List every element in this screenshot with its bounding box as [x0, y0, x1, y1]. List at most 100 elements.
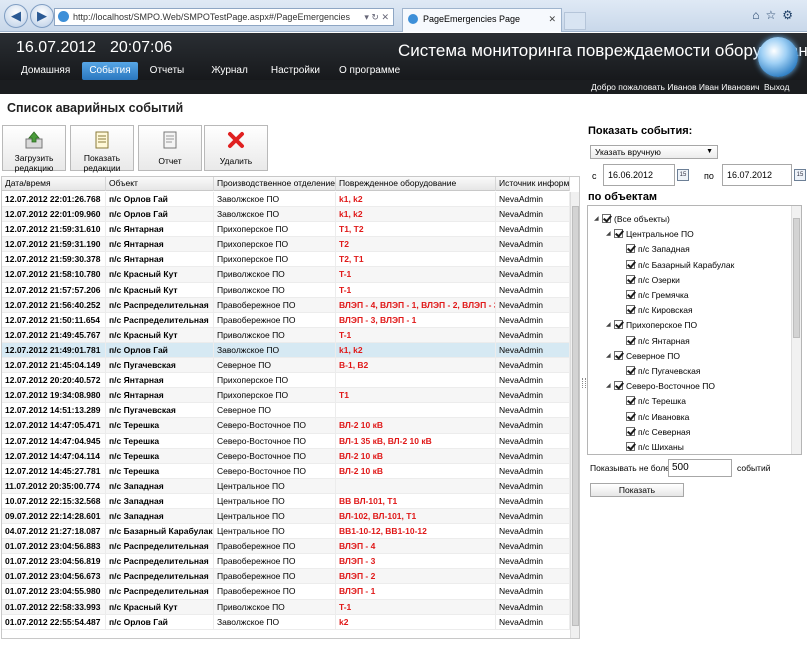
limit-input[interactable]: 500: [668, 459, 732, 477]
grid-scroll-thumb[interactable]: [572, 206, 579, 626]
table-row[interactable]: 12.07.2012 21:50:11.654 п/с Распределител…: [2, 312, 570, 328]
forward-arrow-icon[interactable]: ▶: [30, 4, 54, 28]
table-row[interactable]: 01.07.2012 22:58:33.993 п/с Красный Кут Пр…: [2, 599, 570, 615]
tree-node[interactable]: п/с Шиханы: [618, 440, 684, 454]
table-row[interactable]: 01.07.2012 23:04:55.980 п/с Распределител…: [2, 584, 570, 600]
table-row[interactable]: 12.07.2012 19:34:08.980 п/с Янтарная Прихо…: [2, 388, 570, 404]
home-star-gear-icons[interactable]: ⌂☆⚙: [752, 8, 799, 22]
table-row[interactable]: 12.07.2012 14:47:04.945 п/с Терешка Северо…: [2, 433, 570, 449]
table-row[interactable]: 01.07.2012 23:04:56.819 п/с Распределител…: [2, 554, 570, 570]
checkbox[interactable]: [626, 274, 635, 284]
table-row[interactable]: 12.07.2012 21:56:40.252 п/с Распределител…: [2, 297, 570, 313]
table-row[interactable]: 11.07.2012 20:35:00.774 п/с Западная Центр…: [2, 478, 570, 494]
table-row[interactable]: 12.07.2012 21:59:31.190 п/с Янтарная Прихо…: [2, 237, 570, 253]
tree-node[interactable]: п/с Янтарная: [618, 334, 690, 348]
expand-toggle-icon[interactable]: ◢: [606, 349, 614, 363]
tree-node[interactable]: п/с Пугачевская: [618, 364, 700, 378]
to-date-input[interactable]: 16.07.2012: [722, 164, 792, 186]
menu-settings[interactable]: Настройки: [264, 62, 327, 80]
table-row[interactable]: 12.07.2012 22:01:09.960 п/с Орлов Гай Заво…: [2, 207, 570, 223]
checkbox[interactable]: [626, 442, 635, 451]
menu-about[interactable]: О программе: [332, 62, 407, 80]
tree-node[interactable]: ◢ Северное ПО: [606, 349, 680, 363]
address-bar[interactable]: http://localhost/SMPO.Web/SMPOTestPage.a…: [54, 8, 394, 26]
checkbox[interactable]: [602, 214, 611, 223]
col-object[interactable]: Объект: [106, 177, 214, 191]
table-row[interactable]: 10.07.2012 22:15:32.568 п/с Западная Центр…: [2, 493, 570, 509]
new-tab-button[interactable]: [564, 12, 586, 30]
table-row[interactable]: 09.07.2012 22:14:28.601 п/с Западная Центр…: [2, 508, 570, 525]
menu-reports[interactable]: Отчеты: [143, 62, 192, 80]
col-department[interactable]: Производственное отделение: [214, 177, 336, 191]
menu-events[interactable]: События: [82, 62, 138, 80]
col-datetime[interactable]: Дата/время: [2, 177, 106, 191]
checkbox[interactable]: [626, 244, 635, 254]
from-calendar-icon[interactable]: 15: [677, 169, 689, 181]
checkbox[interactable]: [614, 229, 623, 239]
table-row[interactable]: 01.07.2012 22:55:54.487 п/с Орлов Гай Заво…: [2, 614, 570, 630]
checkbox[interactable]: [626, 366, 635, 375]
tree-node[interactable]: ◢ Прихоперское ПО: [606, 318, 697, 332]
table-row[interactable]: 12.07.2012 21:49:45.767 п/с Красный Кут Пр…: [2, 327, 570, 343]
checkbox[interactable]: [614, 350, 623, 360]
table-row[interactable]: 12.07.2012 14:47:05.471 п/с Терешка Северо…: [2, 418, 570, 434]
tree-node[interactable]: п/с Терешка: [618, 394, 686, 408]
browser-tab[interactable]: PageEmergencies Page ✕: [402, 8, 562, 32]
to-calendar-icon[interactable]: 15: [794, 169, 806, 181]
from-date-input[interactable]: 16.06.2012: [603, 164, 675, 186]
checkbox[interactable]: [626, 426, 635, 436]
back-arrow-icon[interactable]: ◀: [4, 4, 28, 28]
tree-node[interactable]: п/с Гремячка: [618, 288, 689, 302]
checkbox[interactable]: [614, 320, 623, 330]
menu-home[interactable]: Домашняя: [14, 62, 77, 80]
table-row[interactable]: 12.07.2012 21:45:04.149 п/с Пугачевская Се…: [2, 358, 570, 374]
table-row[interactable]: 12.07.2012 21:59:31.610 п/с Янтарная Прихо…: [2, 222, 570, 238]
logout-link[interactable]: Выход: [764, 80, 789, 94]
tree-scroll-thumb[interactable]: [793, 218, 800, 338]
tree-node[interactable]: п/с Базарный Карабулак: [618, 258, 734, 272]
table-row[interactable]: 12.07.2012 21:57:57.206 п/с Красный Кут Пр…: [2, 282, 570, 298]
checkbox[interactable]: [626, 290, 635, 299]
delete-button[interactable]: Удалить: [204, 125, 268, 171]
checkbox[interactable]: [626, 396, 635, 406]
mode-select[interactable]: Указать вручную ▼: [590, 145, 718, 159]
tree-scrollbar[interactable]: [791, 206, 801, 454]
checkbox[interactable]: [626, 335, 635, 345]
show-button[interactable]: Показать: [590, 483, 684, 497]
expand-toggle-icon[interactable]: ◢: [606, 227, 614, 241]
table-row[interactable]: 12.07.2012 21:58:10.780 п/с Красный Кут Пр…: [2, 267, 570, 283]
col-source[interactable]: Источник информации: [496, 177, 570, 191]
tree-node[interactable]: ◢ (Все объекты): [594, 212, 670, 226]
tree-node[interactable]: п/с Кировская: [618, 303, 693, 317]
grid-scrollbar[interactable]: [570, 192, 579, 638]
upload-revision-button[interactable]: Загрузить редакцию: [2, 125, 66, 173]
expand-toggle-icon[interactable]: ◢: [606, 379, 614, 393]
menu-journal[interactable]: Журнал: [204, 62, 255, 80]
tree-node[interactable]: п/с Ивановка: [618, 410, 689, 424]
table-row[interactable]: 01.07.2012 23:04:56.883 п/с Распределител…: [2, 539, 570, 555]
show-revisions-button[interactable]: Показать редакции: [70, 125, 134, 173]
tree-node[interactable]: ◢ Северо-Восточное ПО: [606, 379, 715, 393]
table-row[interactable]: 12.07.2012 14:47:04.114 п/с Терешка Северо…: [2, 448, 570, 464]
col-equipment[interactable]: Поврежденное оборудование: [336, 177, 496, 191]
expand-toggle-icon[interactable]: ◢: [594, 212, 602, 226]
table-row[interactable]: 12.07.2012 22:01:26.768 п/с Орлов Гай Заво…: [2, 192, 570, 208]
table-row[interactable]: 01.07.2012 23:04:56.673 п/с Распределител…: [2, 569, 570, 585]
checkbox[interactable]: [626, 411, 635, 421]
tree-node[interactable]: п/с Озерки: [618, 273, 680, 287]
table-row[interactable]: 12.07.2012 14:45:27.781 п/с Терешка Северо…: [2, 463, 570, 479]
table-row[interactable]: 04.07.2012 21:27:18.087 п/с Базарный Кара…: [2, 524, 570, 540]
tree-node[interactable]: п/с Западная: [618, 242, 690, 256]
checkbox[interactable]: [626, 305, 635, 315]
table-row[interactable]: 12.07.2012 14:51:13.289 п/с Пугачевская Се…: [2, 403, 570, 419]
table-row[interactable]: 12.07.2012 21:49:01.781 п/с Орлов Гай Заво…: [2, 342, 570, 359]
table-row[interactable]: 12.07.2012 20:20:40.572 п/с Янтарная Прихо…: [2, 373, 570, 389]
tree-node[interactable]: п/с Северная: [618, 425, 690, 439]
report-button[interactable]: Отчет: [138, 125, 202, 171]
close-tab-icon[interactable]: ✕: [548, 9, 556, 29]
expand-toggle-icon[interactable]: ◢: [606, 318, 614, 332]
checkbox[interactable]: [614, 381, 623, 391]
checkbox[interactable]: [626, 259, 635, 269]
table-row[interactable]: 12.07.2012 21:59:30.378 п/с Янтарная Прихо…: [2, 252, 570, 268]
refresh-icon[interactable]: ▾ ↻ ✕: [364, 9, 389, 25]
